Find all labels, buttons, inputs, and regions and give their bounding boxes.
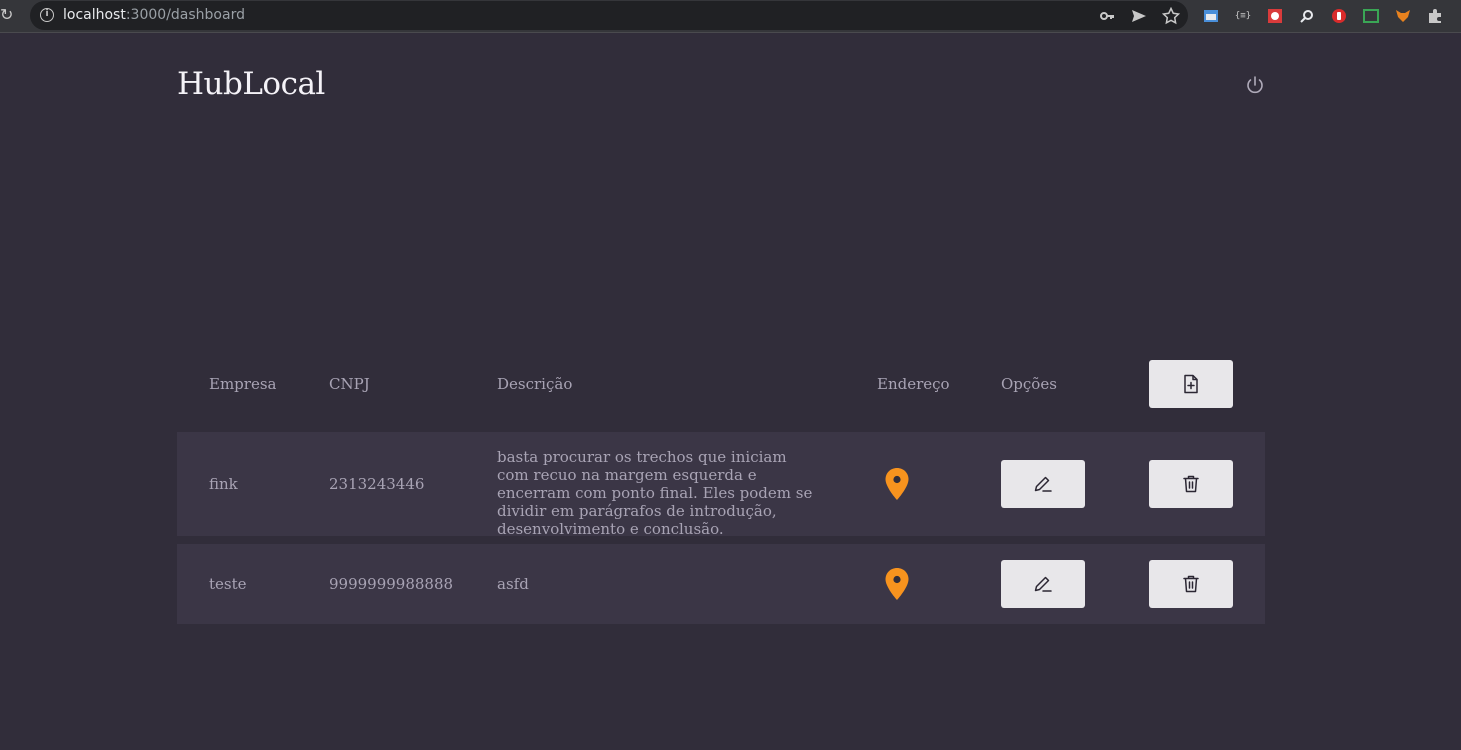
app-logo: HubLocal (177, 66, 325, 102)
extension-bug-icon[interactable] (1264, 6, 1286, 26)
star-icon[interactable] (1162, 7, 1180, 25)
column-header-empresa: Empresa (209, 375, 277, 393)
company-cnpj: 9999999988888 (329, 575, 454, 593)
delete-button[interactable] (1149, 460, 1233, 508)
column-header-opcoes: Opções (1001, 375, 1057, 393)
address-bar[interactable]: i localhost:3000/dashboard (30, 1, 1188, 30)
address-button[interactable] (884, 467, 910, 501)
extension-search-icon[interactable] (1296, 6, 1318, 26)
file-plus-icon (1184, 374, 1198, 394)
extension-screen-icon[interactable] (1360, 6, 1382, 26)
map-pin-icon (885, 468, 909, 500)
site-info-icon[interactable]: i (40, 8, 54, 22)
add-company-button[interactable] (1149, 360, 1233, 408)
extension-window-icon[interactable] (1200, 6, 1222, 26)
column-header-endereco: Endereço (877, 375, 950, 393)
column-header-descricao: Descrição (497, 375, 573, 393)
trash-icon (1183, 475, 1199, 493)
url-text: localhost:3000/dashboard (63, 7, 245, 23)
company-name: teste (209, 575, 247, 593)
company-description: basta procurar os trechos que iniciam co… (497, 448, 813, 538)
edit-button[interactable] (1001, 560, 1085, 608)
pencil-icon (1034, 576, 1052, 592)
trash-icon (1183, 575, 1199, 593)
key-icon[interactable] (1098, 7, 1116, 25)
send-icon[interactable] (1130, 7, 1148, 25)
company-name: fink (209, 475, 238, 493)
reload-icon[interactable]: ↻ (0, 6, 16, 24)
pencil-icon (1034, 476, 1052, 492)
delete-button[interactable] (1149, 560, 1233, 608)
address-button[interactable] (884, 567, 910, 601)
table-row: teste 9999999988888 asfd (177, 544, 1265, 624)
map-pin-icon (885, 568, 909, 600)
company-description: asfd (497, 575, 529, 593)
logout-button[interactable] (1244, 74, 1266, 96)
power-icon (1247, 76, 1263, 94)
edit-button[interactable] (1001, 460, 1085, 508)
extensions-puzzle-icon[interactable] (1424, 6, 1446, 26)
browser-toolbar: ↻ i localhost:3000/dashboard {≡} (0, 0, 1461, 33)
extension-fox-icon[interactable] (1392, 6, 1414, 26)
extension-stop-icon[interactable] (1328, 6, 1350, 26)
company-cnpj: 2313243446 (329, 475, 425, 493)
extension-json-icon[interactable]: {≡} (1232, 6, 1254, 26)
table-row: fink 2313243446 basta procurar os trecho… (177, 432, 1265, 538)
column-header-cnpj: CNPJ (329, 375, 370, 393)
